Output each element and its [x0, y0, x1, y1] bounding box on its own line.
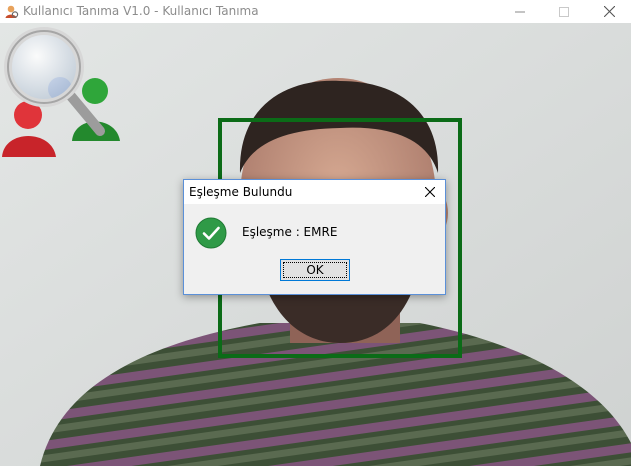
maximize-icon	[559, 6, 569, 17]
dialog-body: Eşleşme : EMRE OK	[184, 204, 445, 294]
user-search-logo-icon	[2, 27, 120, 157]
minimize-button[interactable]	[497, 0, 543, 23]
dialog-close-button[interactable]	[419, 181, 441, 203]
close-icon	[425, 187, 435, 197]
ok-button[interactable]: OK	[280, 259, 350, 281]
success-check-icon	[195, 217, 227, 249]
title-bar[interactable]: Kullanıcı Tanıma V1.0 - Kullanıcı Tanıma	[0, 0, 631, 23]
dialog-title: Eşleşme Bulundu	[189, 185, 293, 199]
minimize-icon	[515, 11, 525, 12]
close-icon	[603, 6, 615, 17]
match-message: Eşleşme : EMRE	[242, 225, 338, 239]
maximize-button[interactable]	[541, 0, 587, 23]
window-title: Kullanıcı Tanıma V1.0 - Kullanıcı Tanıma	[23, 4, 259, 18]
main-window: Kullanıcı Tanıma V1.0 - Kullanıcı Tanıma	[0, 0, 631, 466]
dialog-title-bar[interactable]: Eşleşme Bulundu	[184, 180, 445, 204]
close-button[interactable]	[586, 0, 631, 23]
match-found-dialog: Eşleşme Bulundu Eşleşme : EMRE OK	[183, 179, 446, 295]
app-icon	[5, 5, 19, 18]
